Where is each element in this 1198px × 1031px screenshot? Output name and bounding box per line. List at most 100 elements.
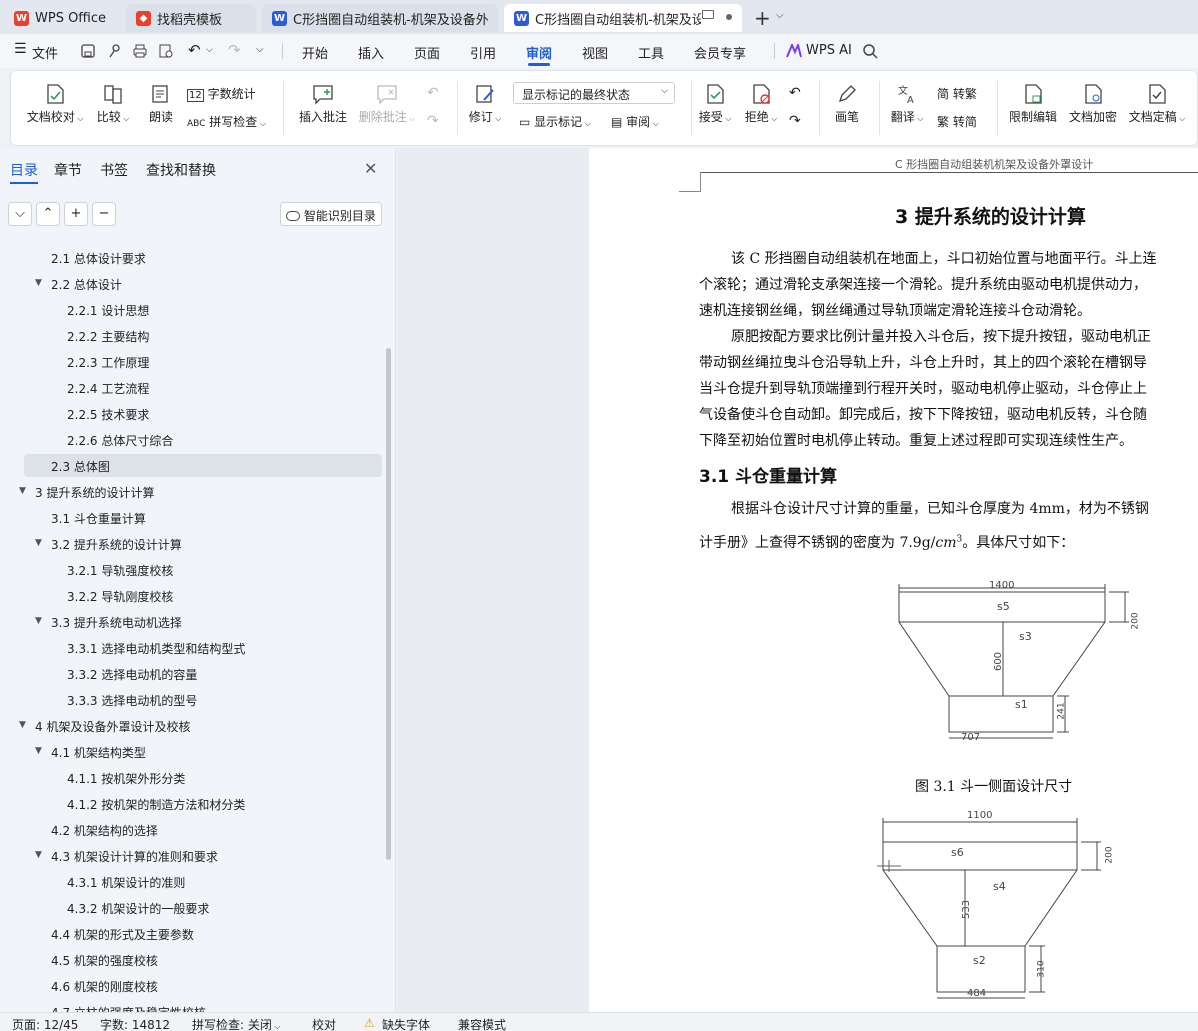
status-missing-font[interactable]: 缺失字体 bbox=[382, 1016, 430, 1031]
toc-item[interactable]: 2.2.2 主要结构 bbox=[24, 324, 382, 347]
tab-docer[interactable]: ◆ 找稻壳模板 bbox=[126, 4, 256, 32]
save-icon[interactable] bbox=[80, 43, 96, 59]
menu-references[interactable]: 引用 bbox=[470, 43, 496, 62]
smart-toc-button[interactable]: 智能识别目录 bbox=[280, 202, 382, 226]
menu-file[interactable]: 文件 bbox=[32, 43, 58, 62]
toc-item[interactable]: ▼ 4.3 机架设计计算的准则和要求 bbox=[24, 844, 382, 867]
tab-toc[interactable]: 目录 bbox=[10, 160, 38, 180]
status-page[interactable]: 页面: 12/45 bbox=[12, 1016, 78, 1031]
word-count-button[interactable]: 12 字数统计 bbox=[187, 85, 256, 102]
toc-item[interactable]: 3.2.1 导轨强度校核 bbox=[24, 558, 382, 581]
status-proofread[interactable]: 校对 bbox=[312, 1016, 336, 1031]
menu-tools[interactable]: 工具 bbox=[638, 43, 664, 62]
collapse-all-button[interactable]: ⌃ bbox=[36, 202, 60, 226]
restrict-edit-button[interactable]: 限制编辑 bbox=[1007, 83, 1059, 125]
menu-member[interactable]: 会员专享 bbox=[694, 43, 746, 62]
translate-button[interactable]: 文A 翻译 ⌵ bbox=[885, 83, 929, 125]
toc-item[interactable]: ▼ 3 提升系统的设计计算 bbox=[19, 480, 382, 503]
toc-item[interactable]: 2.1 总体设计要求 bbox=[24, 246, 382, 269]
toc-item[interactable]: 4.3.2 机架设计的一般要求 bbox=[24, 896, 382, 919]
toc-item[interactable]: 3.3.2 选择电动机的容量 bbox=[24, 662, 382, 685]
menu-review[interactable]: 审阅 bbox=[526, 43, 552, 62]
tab-document-active[interactable]: W C形挡圈自动组装机-机架及设 bbox=[504, 4, 742, 32]
tab-bookmarks[interactable]: 书签 bbox=[100, 160, 128, 180]
prev-comment-icon[interactable]: ↶ bbox=[427, 85, 439, 101]
toc-item[interactable]: ▼ 4 机架及设备外罩设计及校核 bbox=[19, 714, 382, 737]
toc-item[interactable]: ▼ 3.3 提升系统电动机选择 bbox=[24, 610, 382, 633]
to-traditional-button[interactable]: 简 转繁 bbox=[937, 85, 977, 102]
toc-item[interactable]: 3.3.1 选择电动机类型和结构型式 bbox=[24, 636, 382, 659]
menu-view[interactable]: 视图 bbox=[582, 43, 608, 62]
menu-wps-ai[interactable]: WPS AI bbox=[806, 43, 852, 58]
hamburger-icon[interactable]: ☰ bbox=[14, 41, 27, 57]
spell-check-button[interactable]: ABC 拼写检查 ⌵ bbox=[187, 113, 266, 130]
search-icon[interactable] bbox=[862, 43, 878, 59]
expand-triangle-icon[interactable]: ▼ bbox=[19, 486, 26, 496]
tab-sections[interactable]: 章节 bbox=[54, 160, 82, 180]
compare-button[interactable]: 比较 ⌵ bbox=[91, 83, 135, 125]
expand-triangle-icon[interactable]: ▼ bbox=[35, 616, 42, 626]
add-heading-button[interactable]: + bbox=[64, 202, 88, 226]
expand-triangle-icon[interactable]: ▼ bbox=[35, 538, 42, 548]
new-tab-plus-icon[interactable]: + bbox=[754, 6, 771, 30]
toc-item[interactable]: 4.1.1 按机架外形分类 bbox=[24, 766, 382, 789]
status-word-count[interactable]: 字数: 14812 bbox=[100, 1016, 170, 1031]
tab-find-replace[interactable]: 查找和替换 bbox=[146, 160, 216, 180]
wps-ai-icon[interactable] bbox=[786, 44, 802, 58]
redo-icon[interactable]: ↷ bbox=[228, 41, 241, 59]
delete-comment-button[interactable]: 删除批注 ⌵ bbox=[355, 83, 419, 125]
expand-triangle-icon[interactable]: ▼ bbox=[19, 720, 26, 730]
toc-item[interactable]: 2.2.4 工艺流程 bbox=[24, 376, 382, 399]
next-change-icon[interactable]: ↷ bbox=[789, 113, 801, 129]
undo-icon[interactable]: ↶ bbox=[188, 41, 201, 59]
menu-page[interactable]: 页面 bbox=[414, 43, 440, 62]
toc-item[interactable]: 4.6 机架的刚度校核 bbox=[24, 974, 382, 997]
proofread-button[interactable]: 文档校对 ⌵ bbox=[25, 83, 85, 125]
toc-item[interactable]: 2.2.6 总体尺寸综合 bbox=[24, 428, 382, 451]
print-preview-icon[interactable] bbox=[158, 43, 174, 59]
next-comment-icon[interactable]: ↷ bbox=[427, 113, 439, 129]
read-aloud-button[interactable]: 朗读 bbox=[141, 83, 181, 125]
toc-item[interactable]: 2.2.3 工作原理 bbox=[24, 350, 382, 373]
toc-item[interactable]: 4.7 立柱的强度及稳定性校核 bbox=[24, 1000, 382, 1012]
toc-item[interactable]: 4.3.1 机架设计的准则 bbox=[24, 870, 382, 893]
toc-item[interactable]: ▼ 3.2 提升系统的设计计算 bbox=[24, 532, 382, 555]
pen-button[interactable]: 画笔 bbox=[827, 83, 867, 125]
toc-item[interactable]: 4.1.2 按机架的制造方法和材分类 bbox=[24, 792, 382, 815]
to-simplified-button[interactable]: 繁 转简 bbox=[937, 113, 977, 130]
tab-document-1[interactable]: W C形挡圈自动组装机-机架及设备外罩设 bbox=[262, 4, 498, 32]
show-markup-button[interactable]: ▭ 显示标记 ⌵ bbox=[519, 113, 591, 130]
document-page[interactable]: C 形挡圈自动组装机机架及设备外罩设计 3 提升系统的设计计算 该 C 形挡圈自… bbox=[589, 148, 1198, 1012]
remove-heading-button[interactable]: − bbox=[92, 202, 116, 226]
share-icon[interactable] bbox=[106, 43, 122, 59]
expand-triangle-icon[interactable]: ▼ bbox=[35, 746, 42, 756]
more-chevron-icon[interactable]: ⌵ bbox=[256, 44, 264, 55]
print-icon[interactable] bbox=[132, 43, 148, 59]
expand-triangle-icon[interactable]: ▼ bbox=[35, 278, 42, 288]
toc-item[interactable]: 3.2.2 导轨刚度校核 bbox=[24, 584, 382, 607]
insert-comment-button[interactable]: 插入批注 bbox=[295, 83, 351, 125]
toc-item[interactable]: 4.2 机架结构的选择 bbox=[24, 818, 382, 841]
expand-triangle-icon[interactable]: ▼ bbox=[35, 850, 42, 860]
encrypt-button[interactable]: 文档加密 bbox=[1067, 83, 1119, 125]
tab-list-chevron-icon[interactable]: ⌵ bbox=[776, 10, 784, 21]
status-spell-check[interactable]: 拼写检查: 关闭 ⌵ bbox=[192, 1016, 280, 1031]
review-pane-button[interactable]: ▤ 审阅 ⌵ bbox=[611, 113, 659, 130]
tab-wps-office[interactable]: W WPS Office bbox=[4, 4, 118, 32]
undo-dropdown-icon[interactable]: ⌵ bbox=[206, 45, 213, 55]
toc-item[interactable]: 3.3.3 选择电动机的型号 bbox=[24, 688, 382, 711]
toc-scrollbar[interactable] bbox=[386, 348, 391, 860]
close-icon[interactable]: ✕ bbox=[364, 159, 377, 178]
monitor-icon[interactable] bbox=[702, 10, 714, 19]
reject-button[interactable]: 拒绝 ⌵ bbox=[741, 83, 781, 125]
toc-item[interactable]: 4.4 机架的形式及主要参数 bbox=[24, 922, 382, 945]
menu-insert[interactable]: 插入 bbox=[358, 43, 384, 62]
toc-item[interactable]: 2.2.5 技术要求 bbox=[24, 402, 382, 425]
menu-home[interactable]: 开始 bbox=[302, 43, 328, 62]
toc-item[interactable]: ▼ 2.2 总体设计 bbox=[24, 272, 382, 295]
accept-button[interactable]: 接受 ⌵ bbox=[695, 83, 735, 125]
prev-change-icon[interactable]: ↶ bbox=[789, 85, 801, 101]
toc-item[interactable]: ▼ 4.1 机架结构类型 bbox=[24, 740, 382, 763]
toc-item[interactable]: 3.1 斗仓重量计算 bbox=[24, 506, 382, 529]
toc-item[interactable]: 2.2.1 设计思想 bbox=[24, 298, 382, 321]
